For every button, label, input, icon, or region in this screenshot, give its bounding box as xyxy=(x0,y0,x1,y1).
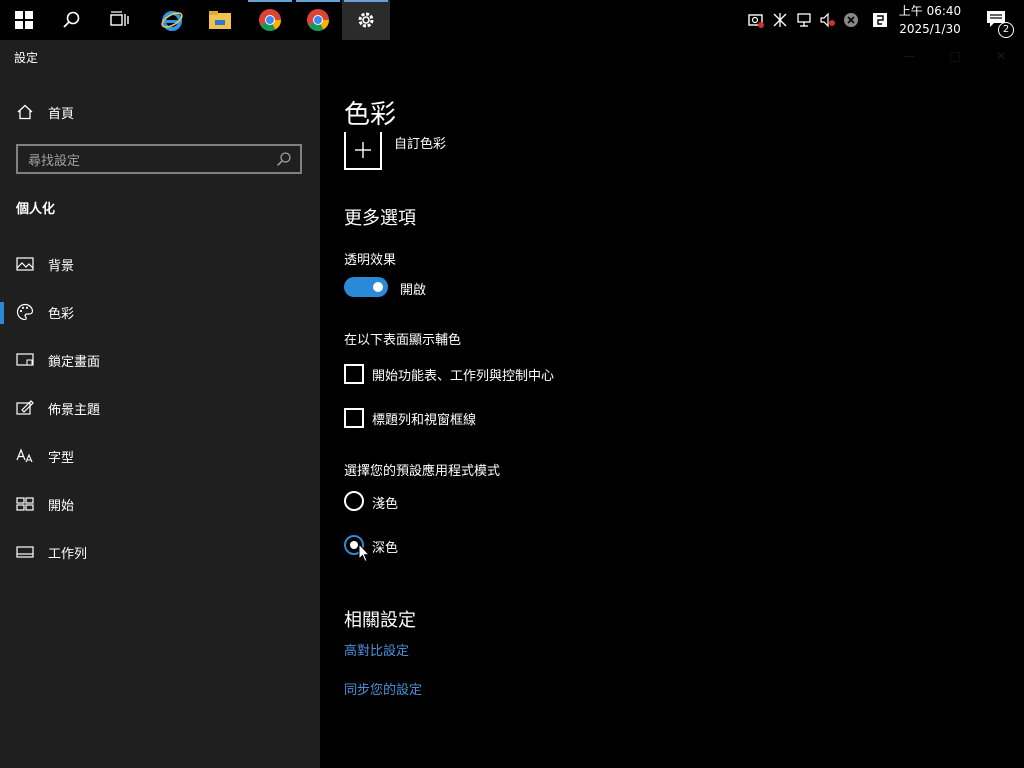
search-icon[interactable] xyxy=(276,151,292,167)
page-title: 色彩 xyxy=(344,100,397,130)
chrome-button-2[interactable] xyxy=(294,0,342,40)
radio-light-label[interactable]: 淺色 xyxy=(372,493,398,512)
camera-icon xyxy=(748,14,764,28)
close-button[interactable]: ✕ xyxy=(978,40,1024,72)
chrome-icon xyxy=(259,9,281,31)
accent-surfaces-label: 在以下表面顯示輔色 xyxy=(344,333,462,348)
settings-gear-icon xyxy=(358,12,374,28)
chrome-button-1[interactable] xyxy=(246,0,294,40)
selection-indicator xyxy=(0,302,4,324)
mouse-pointer-icon xyxy=(358,542,371,567)
image-icon xyxy=(16,255,34,273)
section-title: 個人化 xyxy=(16,202,56,217)
camera-tray-button[interactable] xyxy=(744,0,768,40)
taskbar-icon xyxy=(16,543,34,561)
language-icon xyxy=(873,13,887,27)
file-explorer-icon xyxy=(209,11,231,29)
checkbox-title-bars[interactable] xyxy=(344,408,364,428)
search-placeholder: 尋找設定 xyxy=(28,153,81,169)
network-icon xyxy=(797,13,811,27)
settings-taskbar-button[interactable] xyxy=(342,0,390,40)
custom-color-label[interactable]: 自訂色彩 xyxy=(394,133,446,152)
windows-start-icon xyxy=(15,11,33,29)
settings-search-box[interactable]: 尋找設定 xyxy=(16,144,302,174)
checkbox-title-bars-label[interactable]: 標題列和視窗框線 xyxy=(372,409,476,428)
nav-background-label: 背景 xyxy=(48,258,75,274)
app-title: 設定 xyxy=(14,51,39,65)
nav-start-label: 開始 xyxy=(48,498,75,514)
bluetooth-icon xyxy=(773,13,787,27)
nav-colors-label: 色彩 xyxy=(48,306,75,322)
start-tiles-icon xyxy=(16,495,34,513)
internet-explorer-button[interactable] xyxy=(148,0,196,40)
internet-explorer-icon xyxy=(161,11,183,31)
nav-taskbar-label: 工作列 xyxy=(48,546,88,562)
main-content: — □ ✕ 色彩 自訂色彩 更多選項 透明效果 開啟 在以下表面顯示輔色 開始功… xyxy=(320,40,1024,768)
clock-time: 上午 06:40 xyxy=(898,4,962,18)
windows-start-button[interactable] xyxy=(0,0,48,40)
nav-themes[interactable]: 佈景主題 xyxy=(0,388,320,428)
minimize-button[interactable]: — xyxy=(886,40,932,72)
radio-dark-label[interactable]: 深色 xyxy=(372,537,398,556)
window-controls: — □ ✕ xyxy=(886,40,1024,72)
close-circle-icon xyxy=(844,13,858,27)
nav-start[interactable]: 開始 xyxy=(0,484,320,524)
search-icon xyxy=(63,11,80,28)
nav-lock-screen[interactable]: 鎖定畫面 xyxy=(0,340,320,380)
task-view-button[interactable] xyxy=(96,0,144,40)
nav-lock-screen-label: 鎖定畫面 xyxy=(48,354,101,370)
transparency-toggle[interactable] xyxy=(344,277,388,297)
language-tray-button[interactable] xyxy=(868,0,892,40)
clock-date: 2025/1/30 xyxy=(899,22,961,36)
checkbox-start-taskbar[interactable] xyxy=(344,364,364,384)
nav-fonts-label: 字型 xyxy=(48,450,75,466)
font-icon xyxy=(16,447,34,465)
chrome-icon xyxy=(307,9,329,31)
checkbox-start-taskbar-label[interactable]: 開始功能表、工作列與控制中心 xyxy=(372,365,554,384)
nav-home-label: 首頁 xyxy=(48,106,75,122)
search-button[interactable] xyxy=(48,0,96,40)
home-icon xyxy=(16,103,34,121)
nav-colors[interactable]: 色彩 xyxy=(0,292,320,332)
nav-themes-label: 佈景主題 xyxy=(48,402,101,418)
action-center-button[interactable]: 2 xyxy=(986,10,1014,38)
more-options-heading: 更多選項 xyxy=(344,208,416,229)
palette-icon xyxy=(16,303,34,321)
clock[interactable]: 上午 06:40 2025/1/30 xyxy=(894,2,966,38)
transparency-label: 透明效果 xyxy=(344,253,397,268)
maximize-button[interactable]: □ xyxy=(932,40,978,72)
network-tray-button[interactable] xyxy=(792,0,816,40)
close-circle-tray-button[interactable] xyxy=(840,0,862,40)
sync-settings-link[interactable]: 同步您的設定 xyxy=(344,679,422,698)
nav-taskbar[interactable]: 工作列 xyxy=(0,532,320,572)
related-settings-heading: 相關設定 xyxy=(344,610,416,631)
volume-tray-button[interactable] xyxy=(816,0,840,40)
nav-background[interactable]: 背景 xyxy=(0,244,320,284)
settings-sidebar: 設定 首頁 尋找設定 個人化 背景 色彩 鎖定畫面 佈景主題 字型 開始 工作列 xyxy=(0,40,320,768)
nav-home[interactable]: 首頁 xyxy=(0,92,320,132)
custom-color-add-button[interactable] xyxy=(344,132,382,170)
file-explorer-button[interactable] xyxy=(196,0,244,40)
lock-screen-icon xyxy=(16,351,34,369)
volume-muted-icon xyxy=(820,12,835,28)
bluetooth-tray-button[interactable] xyxy=(768,0,792,40)
app-mode-label: 選擇您的預設應用程式模式 xyxy=(344,464,501,479)
nav-fonts[interactable]: 字型 xyxy=(0,436,320,476)
high-contrast-link[interactable]: 高對比設定 xyxy=(344,640,409,659)
toggle-knob xyxy=(373,282,383,292)
task-view-icon xyxy=(110,11,129,26)
taskbar: 上午 06:40 2025/1/30 2 xyxy=(0,0,1024,40)
theme-brush-icon xyxy=(16,399,34,417)
notification-count-badge: 2 xyxy=(998,22,1014,38)
plus-icon xyxy=(355,142,371,158)
radio-light[interactable] xyxy=(344,491,364,511)
transparency-state: 開啟 xyxy=(400,283,427,298)
